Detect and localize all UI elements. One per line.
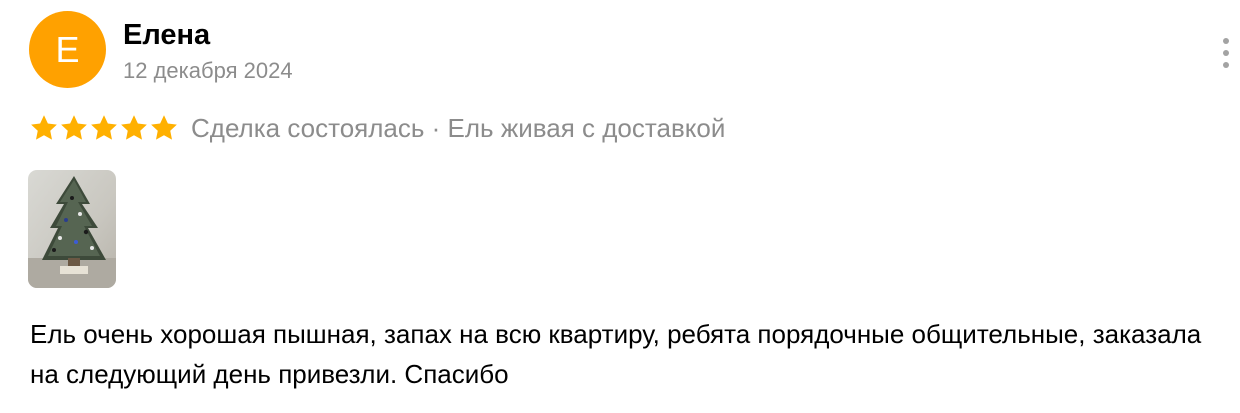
christmas-tree-photo-icon [28, 170, 116, 288]
avatar-initial: Е [55, 28, 80, 70]
star-icon [91, 115, 117, 140]
avatar[interactable]: Е [29, 11, 106, 88]
review-card: Е Елена 12 декабря 2024 Сделка состоялас… [0, 0, 1240, 413]
review-meta-row: Сделка состоялась · Ель живая с доставко… [29, 109, 725, 147]
review-date: 12 декабря 2024 [123, 58, 293, 83]
star-icon [121, 115, 147, 140]
more-vertical-icon [1223, 38, 1229, 44]
star-icon [151, 115, 177, 140]
review-photo[interactable] [28, 170, 116, 288]
deal-status: Сделка состоялась · Ель живая с доставко… [191, 113, 726, 143]
more-vertical-icon-dot [1223, 62, 1229, 68]
rating-stars [29, 113, 179, 143]
review-text: Ель очень хорошая пышная, запах на всю к… [30, 319, 1202, 389]
star-icon [31, 115, 57, 140]
more-vertical-icon-dot [1223, 50, 1229, 56]
author-name[interactable]: Елена [123, 17, 210, 53]
more-options-button[interactable] [1214, 36, 1238, 70]
star-icon [61, 115, 87, 140]
